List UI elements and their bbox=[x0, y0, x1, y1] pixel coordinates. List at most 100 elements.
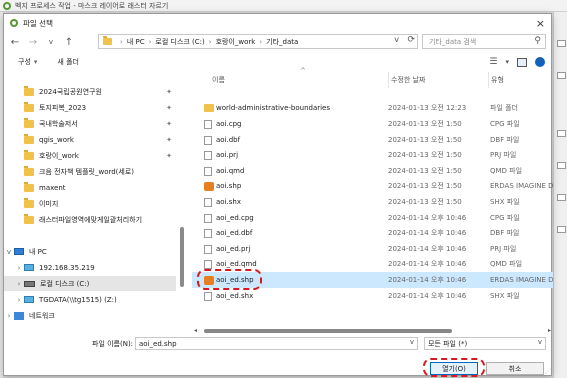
file-row[interactable]: aoi_ed.cpg 2024-01-14 오후 10:46 CPG 파일 bbox=[192, 210, 553, 226]
sidebar-item-land-cover-2023[interactable]: 토지피복_2023 ✦ bbox=[4, 100, 176, 115]
network-icon bbox=[14, 311, 24, 320]
sidebar-item-qgis-work[interactable]: qgis_work ✦ bbox=[4, 132, 176, 147]
sidebar-item-label: 내 PC bbox=[29, 247, 47, 256]
checkbox-icon[interactable] bbox=[557, 162, 566, 169]
column-header-name[interactable]: 이름 bbox=[212, 67, 382, 88]
file-row[interactable]: aoi.cpg 2024-01-13 오전 1:50 CPG 파일 bbox=[192, 116, 553, 132]
folder-icon bbox=[24, 85, 34, 96]
computer-icon bbox=[14, 248, 24, 255]
sidebar-item-tiger-work[interactable]: 호랑이_work ✦ bbox=[4, 148, 176, 163]
back-arrow-icon[interactable]: ← bbox=[8, 35, 22, 49]
search-icon[interactable]: ⚲ bbox=[534, 36, 541, 46]
column-header-date[interactable]: 수정한 날짜 bbox=[388, 72, 488, 88]
folder-icon bbox=[24, 197, 34, 208]
file-name: aoi_ed.cpg bbox=[216, 213, 254, 222]
horizontal-scrollbar[interactable]: ◂ ▸ bbox=[192, 327, 553, 335]
chevron-right-icon[interactable]: › bbox=[4, 312, 14, 320]
file-type: DBF 파일 bbox=[490, 228, 520, 237]
chevron-down-icon[interactable]: v bbox=[4, 248, 14, 256]
view-options-chevron-icon[interactable]: ▾ bbox=[505, 58, 509, 66]
pin-icon[interactable]: ✦ bbox=[166, 120, 172, 128]
file-row[interactable]: aoi_ed.shx 2024-01-14 오후 10:46 SHX 파일 bbox=[192, 288, 553, 304]
chevron-down-icon[interactable]: v bbox=[410, 338, 414, 346]
refresh-icon[interactable]: ⟳ bbox=[407, 35, 415, 45]
sidebar-item-network-drive-ip[interactable]: › 192.168.35.219 bbox=[4, 260, 176, 275]
file-name: aoi.shx bbox=[216, 197, 241, 206]
file-row[interactable]: aoi.qmd 2024-01-13 오전 1:50 QMD 파일 bbox=[192, 163, 553, 179]
file-date: 2024-01-14 오후 10:46 bbox=[388, 228, 467, 237]
preview-pane-icon[interactable] bbox=[517, 57, 527, 67]
pin-icon[interactable]: ✦ bbox=[166, 104, 172, 112]
checkbox-icon[interactable] bbox=[557, 40, 566, 47]
sidebar-item-tgdata-z[interactable]: › TGDATA(\\tg1515) (Z:) bbox=[4, 292, 176, 307]
chevron-right-icon[interactable]: › bbox=[14, 280, 24, 288]
help-icon[interactable]: ? bbox=[535, 57, 545, 67]
breadcrumb-separator: › bbox=[148, 37, 152, 46]
navigation-scrollbar[interactable] bbox=[180, 72, 184, 336]
scroll-left-icon[interactable]: ◂ bbox=[194, 327, 197, 334]
checkbox-icon[interactable] bbox=[557, 226, 566, 233]
organize-chevron-icon[interactable]: ▾ bbox=[34, 58, 38, 66]
file-date: 2024-01-14 오후 10:46 bbox=[388, 259, 467, 268]
file-type-filter[interactable]: 모든 파일 (*) v bbox=[424, 337, 546, 350]
search-input[interactable]: 기타_data 검색 ⚲ bbox=[422, 34, 546, 49]
file-icon bbox=[204, 245, 212, 254]
up-arrow-icon[interactable]: ↑ bbox=[62, 35, 76, 49]
breadcrumb-pc[interactable]: 내 PC bbox=[127, 37, 145, 47]
pin-icon[interactable]: ✦ bbox=[166, 88, 172, 96]
breadcrumb-etc-data[interactable]: 기타_data bbox=[266, 37, 298, 47]
file-row[interactable]: aoi.shp 2024-01-13 오전 1:50 ERDAS IMAGINE… bbox=[192, 178, 554, 194]
scroll-right-icon[interactable]: ▸ bbox=[548, 327, 551, 334]
recent-locations-chevron-icon[interactable]: v bbox=[44, 35, 58, 49]
sidebar-item-network[interactable]: › 네트워크 bbox=[4, 308, 176, 323]
file-row[interactable]: aoi.prj 2024-01-13 오전 1:50 PRJ 파일 bbox=[192, 147, 553, 163]
forward-arrow-icon[interactable]: → bbox=[26, 35, 40, 49]
navigation-pane: 2024국립공원연구원 ✦ 토지피복_2023 ✦ 국내학술저서 ✦ qgis_… bbox=[4, 72, 184, 336]
folder-icon bbox=[24, 181, 34, 192]
column-header-type[interactable]: 유형 bbox=[488, 72, 553, 88]
file-icon bbox=[204, 136, 212, 145]
breadcrumb-separator: › bbox=[259, 37, 263, 46]
sidebar-item-images[interactable]: 이미지 bbox=[4, 196, 176, 211]
file-row[interactable]: aoi.shx 2024-01-13 오전 1:50 SHX 파일 bbox=[192, 194, 553, 210]
sidebar-item-my-pc[interactable]: v 내 PC bbox=[4, 244, 176, 259]
close-icon[interactable]: × bbox=[536, 17, 545, 30]
sidebar-item-raster-batch[interactable]: 래스터파일영역에맞게일괄처리하기 bbox=[4, 212, 176, 227]
sidebar-item-ebook-template[interactable]: 크음 전자책 템플릿_word(세로) bbox=[4, 164, 176, 179]
address-bar[interactable]: › 내 PC › 로컬 디스크 (C:) › 호랑이_work › 기타_dat… bbox=[98, 34, 418, 49]
sidebar-item-2024-national-park[interactable]: 2024국립공원연구원 ✦ bbox=[4, 84, 176, 99]
checkbox-icon[interactable] bbox=[557, 130, 566, 137]
sidebar-item-domestic-books[interactable]: 국내학술저서 ✦ bbox=[4, 116, 176, 131]
sidebar-item-local-disk-c[interactable]: › 로컬 디스크 (C:) bbox=[4, 276, 176, 291]
scrollbar-thumb[interactable] bbox=[204, 329, 452, 333]
resize-grip-icon[interactable]: ⋰ bbox=[545, 368, 551, 375]
address-dropdown-icon[interactable]: v bbox=[394, 35, 399, 44]
search-placeholder: 기타_data 검색 bbox=[429, 37, 477, 46]
checkbox-icon[interactable] bbox=[557, 194, 566, 201]
pin-icon[interactable]: ✦ bbox=[166, 136, 172, 144]
breadcrumb-drive[interactable]: 로컬 디스크 (C:) bbox=[155, 37, 204, 47]
cancel-button[interactable]: 취소 bbox=[486, 362, 544, 375]
file-name: aoi_ed.shx bbox=[216, 291, 254, 300]
qgis-window-titlebar: 벡지 프로세스 작업 - 마스크 레이어로 래스터 자르기 bbox=[0, 0, 567, 12]
new-folder-button[interactable]: 새 폴더 bbox=[57, 57, 79, 67]
file-row[interactable]: aoi_ed.dbf 2024-01-14 오후 10:46 DBF 파일 bbox=[192, 225, 553, 241]
filename-input[interactable]: aoi_ed.shp v bbox=[135, 337, 418, 350]
column-header-label: 이름 bbox=[212, 76, 225, 84]
chevron-right-icon[interactable]: › bbox=[14, 264, 24, 272]
view-options-icon[interactable]: ☰ bbox=[489, 57, 497, 67]
hard-drive-icon bbox=[24, 280, 35, 287]
file-row[interactable]: aoi_ed.prj 2024-01-14 오후 10:46 PRJ 파일 bbox=[192, 241, 553, 257]
sidebar-item-maxent[interactable]: maxent bbox=[4, 180, 176, 195]
checkbox-icon[interactable] bbox=[557, 72, 566, 79]
breadcrumb-separator: › bbox=[208, 37, 212, 46]
chevron-down-icon[interactable]: v bbox=[538, 338, 542, 346]
organize-button[interactable]: 구성 bbox=[18, 57, 31, 67]
scrollbar-thumb[interactable] bbox=[180, 227, 184, 287]
chevron-right-icon[interactable]: › bbox=[14, 296, 24, 304]
file-row[interactable]: aoi.dbf 2024-01-13 오전 1:50 DBF 파일 bbox=[192, 132, 553, 148]
file-row[interactable]: world-administrative-boundaries 2024-01-… bbox=[192, 100, 553, 116]
breadcrumb-tiger-work[interactable]: 호랑이_work bbox=[216, 37, 256, 47]
pin-icon[interactable]: ✦ bbox=[166, 152, 172, 160]
file-date: 2024-01-13 오전 1:50 bbox=[388, 166, 462, 175]
